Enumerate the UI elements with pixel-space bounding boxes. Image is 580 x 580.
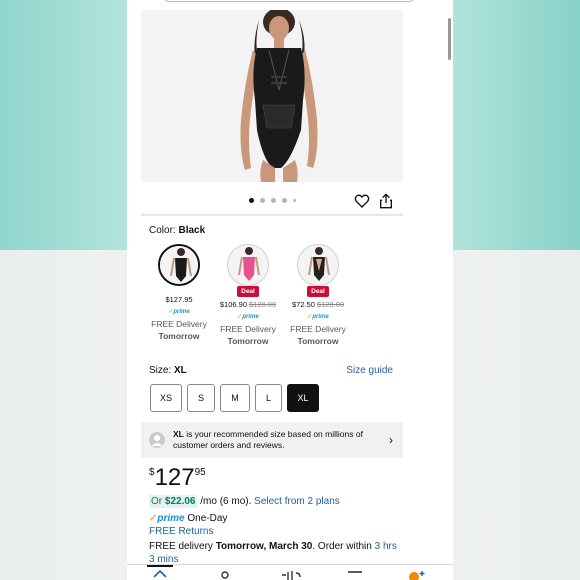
menu-icon[interactable]: [347, 570, 363, 580]
delivery-middle: . Order within: [312, 541, 375, 552]
person-icon: [151, 435, 163, 446]
swatch-price-row: $106.90 $128.00: [218, 300, 278, 309]
prime-speed: One-Day: [184, 513, 228, 524]
size-option-xl[interactable]: XL: [287, 384, 319, 412]
swatch-prime-badge: ✓prime: [237, 314, 259, 320]
swatch-delivery-day: Tomorrow: [158, 331, 200, 341]
pager-dot[interactable]: [293, 199, 296, 202]
swatch-list-price: $128.00: [249, 300, 277, 309]
size-option-s[interactable]: S: [187, 384, 215, 412]
swatch-prime-badge: ✓prime: [307, 314, 329, 320]
color-swatch-black-nude[interactable]: Deal $72.50 $128.00 ✓prime FREE Delivery …: [288, 244, 348, 346]
price-whole: 127: [154, 464, 195, 491]
deal-badge: Deal: [237, 286, 259, 297]
color-selected-value: Black: [178, 225, 206, 236]
swatch-delivery: FREE Delivery Tomorrow: [288, 324, 348, 346]
color-swatch-black[interactable]: $127.95 ✓prime FREE Delivery Tomorrow: [149, 244, 209, 341]
section-divider: [141, 214, 403, 216]
swatch-thumbnail[interactable]: [227, 244, 269, 286]
price-fraction: 95: [194, 467, 206, 478]
product-page: Color: Black $127.95 ✓prime FREE Deliver…: [127, 0, 453, 580]
spark-icon[interactable]: [280, 569, 302, 580]
size-option-m[interactable]: M: [220, 384, 250, 412]
price-currency: $: [149, 467, 155, 478]
color-swatch-pink[interactable]: Deal $106.90 $128.00 ✓prime FREE Delivery…: [218, 244, 278, 346]
size-recommendation-banner[interactable]: XL is your recommended size based on mil…: [141, 422, 403, 458]
recommendation-text: XL is your recommended size based on mil…: [173, 429, 383, 451]
swatch-delivery: FREE Delivery Tomorrow: [149, 319, 209, 341]
swatch-image: [298, 245, 338, 285]
swatch-thumbnail[interactable]: [158, 244, 200, 286]
product-price: $12795: [149, 464, 206, 492]
color-label-text: Color:: [149, 225, 176, 236]
pager-dot[interactable]: [260, 198, 265, 203]
installment-plans-link[interactable]: Select from 2 plans: [254, 496, 340, 507]
swatch-delivery-text: FREE Delivery: [290, 324, 346, 334]
swatch-delivery-day: Tomorrow: [297, 336, 339, 346]
account-icon[interactable]: [219, 570, 231, 580]
size-selected-value: XL: [174, 365, 187, 376]
swatch-list-price: $128.00: [316, 300, 345, 309]
installment-term: /mo (6 mo).: [197, 496, 255, 507]
size-option-xs[interactable]: XS: [150, 384, 182, 412]
size-guide-link[interactable]: Size guide: [346, 365, 393, 376]
size-label: Size: XL: [149, 365, 187, 376]
swatch-thumbnail[interactable]: [297, 244, 339, 286]
swatch-prime-text: prime: [242, 314, 259, 320]
product-image[interactable]: [141, 10, 403, 182]
swatch-prime-text: prime: [312, 314, 329, 320]
swatch-price-row: $72.50 $128.00: [288, 300, 348, 309]
swatch-image: [228, 245, 268, 285]
active-tab-indicator: [147, 565, 173, 567]
delivery-estimate: FREE delivery Tomorrow, March 30. Order …: [149, 540, 399, 566]
pager-dot[interactable]: [271, 198, 276, 203]
home-icon[interactable]: [153, 570, 167, 580]
swatch-price-row: $127.95: [149, 295, 209, 304]
prime-delivery-line: ✓prime One-Day: [149, 513, 227, 524]
swatch-delivery-text: FREE Delivery: [151, 319, 207, 329]
chevron-right-icon[interactable]: ›: [389, 433, 393, 447]
installment-or: Or: [151, 496, 165, 507]
swatch-delivery-day: Tomorrow: [227, 336, 269, 346]
pager-dot[interactable]: [249, 198, 254, 203]
delivery-date: Tomorrow, March 30: [215, 541, 313, 552]
swatch-prime-badge: ✓prime: [168, 309, 190, 315]
search-bar[interactable]: [163, 0, 415, 2]
installment-amount: $22.06: [164, 496, 196, 507]
swatch-price: $106.90: [219, 300, 247, 309]
deal-badge: Deal: [307, 286, 329, 297]
pager-dot[interactable]: [282, 198, 287, 203]
installment-offer: Or $22.06 /mo (6 mo). Select from 2 plan…: [149, 495, 340, 508]
size-option-l[interactable]: L: [255, 384, 282, 412]
cart-icon[interactable]: [407, 568, 427, 580]
user-avatar-icon: [149, 432, 165, 448]
swatch-delivery: FREE Delivery Tomorrow: [218, 324, 278, 346]
swatch-price: $72.50: [291, 300, 315, 309]
product-photo-illustration: [141, 10, 403, 182]
swatch-prime-text: prime: [173, 309, 190, 315]
bottom-navigation: [127, 564, 453, 580]
size-label-text: Size:: [149, 365, 172, 376]
free-returns-link[interactable]: FREE Returns: [149, 526, 213, 537]
swatch-image: [160, 246, 198, 284]
swatch-delivery-text: FREE Delivery: [220, 324, 276, 334]
prime-logo: prime: [157, 513, 185, 524]
recommendation-body: is your recommended size based on millio…: [173, 429, 363, 450]
heart-icon[interactable]: [354, 193, 370, 209]
scrollbar[interactable]: [448, 18, 451, 60]
image-pager[interactable]: [249, 198, 296, 203]
delivery-prefix: FREE delivery: [149, 541, 216, 552]
recommended-size: XL: [173, 429, 184, 439]
color-label: Color: Black: [149, 225, 205, 236]
installment-badge: Or $22.06: [149, 495, 198, 508]
swatch-price: $127.95: [165, 295, 193, 304]
share-icon[interactable]: [378, 192, 394, 210]
